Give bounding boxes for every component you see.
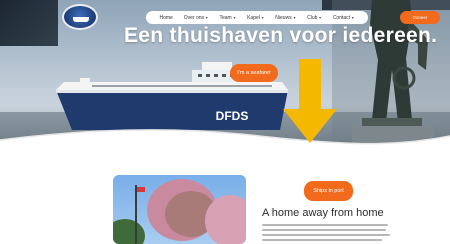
chevron-down-icon: ▼ xyxy=(351,15,355,20)
nav-item-nieuws[interactable]: Nieuws ▼ xyxy=(275,15,296,21)
nav-item-over-ons[interactable]: Over ons ▼ xyxy=(184,15,209,21)
nav-item-kapel[interactable]: Kapel ▼ xyxy=(247,15,264,21)
donate-button[interactable]: Doneer xyxy=(400,11,440,24)
section-title: A home away from home xyxy=(262,207,384,219)
nav-item-label: Kapel xyxy=(247,14,260,21)
chevron-down-icon: ▼ xyxy=(292,15,297,20)
text-line xyxy=(262,229,386,231)
text-line xyxy=(262,239,382,241)
text-line xyxy=(262,224,388,226)
main-navigation: Home Over ons ▼ Team ▼ Kapel ▼ Nieuws ▼ Club… xyxy=(146,11,368,24)
nav-item-label: Club xyxy=(307,14,318,21)
seafarer-button[interactable]: I'm a seafarer xyxy=(230,64,278,82)
background-photo-corner xyxy=(0,0,58,46)
chapel-garden-photo xyxy=(113,175,246,244)
annotation-arrow-icon xyxy=(283,59,337,143)
chevron-down-icon: ▼ xyxy=(318,15,322,20)
nav-item-team[interactable]: Team ▼ xyxy=(219,15,236,21)
nav-item-home[interactable]: Home xyxy=(159,15,172,21)
hero-headline: Een thuishaven voor iedereen. xyxy=(124,24,438,47)
nav-item-label: Over ons xyxy=(183,14,205,21)
wave-divider xyxy=(0,128,450,158)
nav-item-label: Contact xyxy=(332,14,351,21)
chevron-down-icon: ▼ xyxy=(260,15,265,20)
ship-icon xyxy=(73,17,89,22)
nav-item-label: Home xyxy=(159,14,173,21)
flag-pole xyxy=(135,185,137,244)
text-line xyxy=(262,234,390,236)
nav-item-club[interactable]: Club ▼ xyxy=(307,15,322,21)
nav-item-contact[interactable]: Contact ▼ xyxy=(333,15,355,21)
nav-item-label: Team xyxy=(219,14,232,21)
blossom-tree xyxy=(205,195,246,244)
flag xyxy=(137,187,145,192)
nav-item-label: Nieuws xyxy=(275,14,292,21)
chevron-down-icon: ▼ xyxy=(205,15,209,20)
logo[interactable] xyxy=(62,4,98,30)
ships-in-port-button[interactable]: Ships in port xyxy=(304,181,353,201)
chevron-down-icon: ▼ xyxy=(232,15,237,20)
